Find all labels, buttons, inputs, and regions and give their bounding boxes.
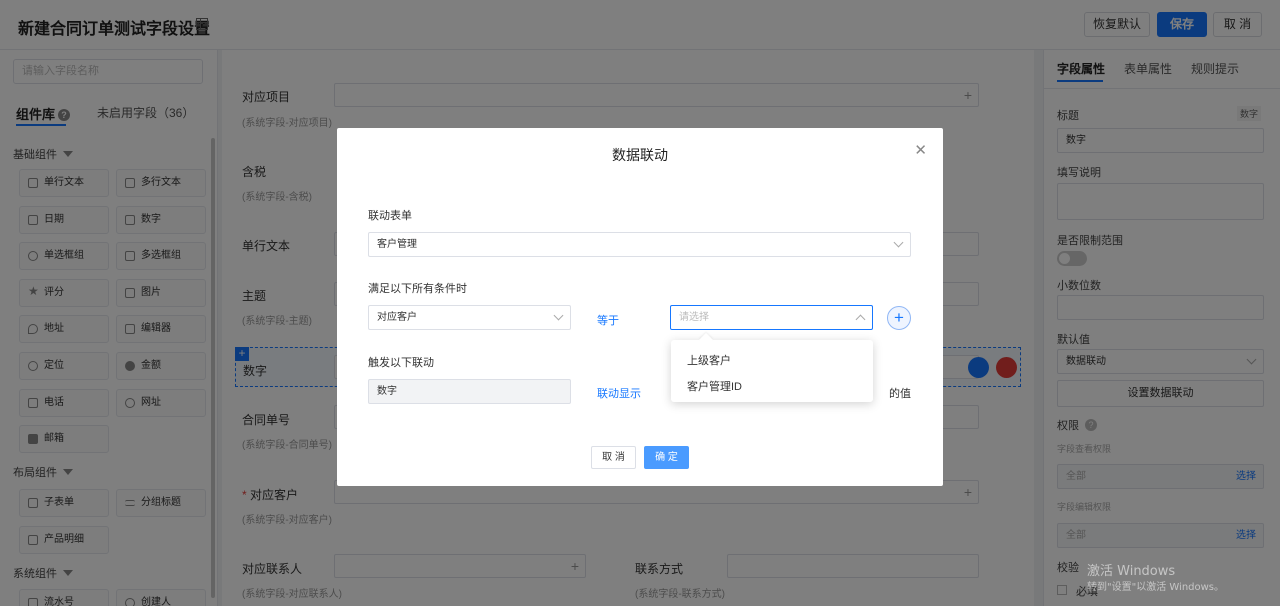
option-customer-id[interactable]: 客户管理ID (687, 378, 742, 394)
activation-watermark-title: 激活 Windows (1087, 564, 1176, 579)
dialog-title: 数据联动 (612, 147, 668, 163)
dialog-confirm-button[interactable]: 确 定 (644, 446, 689, 469)
trigger-suffix: 的值 (889, 388, 911, 400)
linkage-form-select[interactable]: 客户管理 (368, 232, 911, 257)
chevron-up-icon (855, 314, 866, 325)
linkage-form-value: 客户管理 (377, 239, 417, 250)
condition-operator[interactable]: 等于 (597, 312, 619, 328)
activation-watermark-text: 转到"设置"以激活 Windows。 (1087, 582, 1225, 593)
condition-field-value: 对应客户 (377, 312, 417, 323)
add-condition-button[interactable]: + (887, 306, 911, 330)
chevron-down-icon (893, 237, 904, 248)
trigger-label: 触发以下联动 (368, 357, 434, 369)
chevron-down-icon (553, 310, 564, 321)
option-parent-customer[interactable]: 上级客户 (687, 352, 731, 368)
condition-value-select[interactable]: 请选择 (670, 305, 873, 330)
linkage-form-label: 联动表单 (368, 210, 412, 222)
dialog-cancel-button[interactable]: 取 消 (591, 446, 636, 469)
condition-field-select[interactable]: 对应客户 (368, 305, 571, 330)
close-icon[interactable]: ✕ (914, 141, 927, 159)
trigger-action[interactable]: 联动显示 (597, 385, 641, 401)
data-linkage-dialog: 数据联动 ✕ 联动表单 客户管理 满足以下所有条件时 对应客户 等于 请选择 +… (337, 128, 943, 486)
condition-value-placeholder: 请选择 (679, 312, 709, 323)
condition-label: 满足以下所有条件时 (368, 283, 467, 295)
condition-value-dropdown: 上级客户 客户管理ID (671, 332, 873, 402)
trigger-field: 数字 (368, 379, 571, 404)
